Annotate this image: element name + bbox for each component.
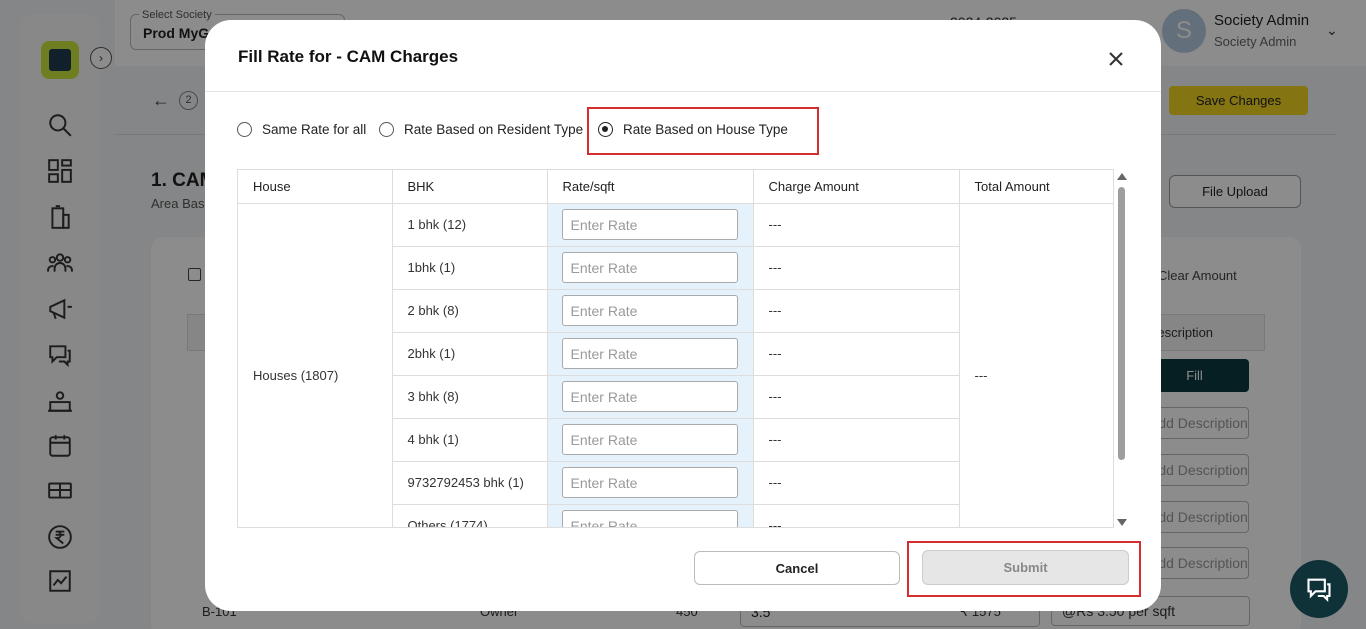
table-header-row: House BHK Rate/sqft Charge Amount Total … [238, 170, 1113, 204]
charge-cell: --- [753, 203, 960, 247]
highlight-submit [907, 541, 1141, 597]
rate-cell [547, 461, 754, 505]
bhk-cell: 3 bhk (8) [392, 375, 548, 419]
radio-label: Same Rate for all [262, 122, 367, 137]
rate-cell [547, 504, 754, 527]
modal-title: Fill Rate for - CAM Charges [238, 47, 459, 66]
house-cell: Houses (1807) [238, 203, 393, 527]
bhk-cell: 1 bhk (12) [392, 203, 548, 247]
bhk-cell: 2 bhk (8) [392, 289, 548, 333]
cancel-button[interactable]: Cancel [694, 551, 900, 585]
header-rate: Rate/sqft [547, 170, 754, 204]
radio-resident-type[interactable]: Rate Based on Resident Type [379, 122, 583, 137]
rate-table-container[interactable]: House BHK Rate/sqft Charge Amount Total … [237, 169, 1114, 528]
bhk-cell: 2bhk (1) [392, 332, 548, 376]
scroll-thumb[interactable] [1118, 187, 1125, 460]
charge-cell: --- [753, 504, 960, 527]
charge-cell: --- [753, 332, 960, 376]
rate-cell [547, 375, 754, 419]
charge-cell: --- [753, 461, 960, 505]
fill-rate-modal: Fill Rate for - CAM Charges Same Rate fo… [205, 20, 1161, 611]
rate-input[interactable] [561, 252, 738, 283]
highlight-house-type [587, 107, 819, 155]
chat-bubble-icon [1307, 578, 1331, 603]
radio-button[interactable] [379, 122, 394, 137]
charge-cell: --- [753, 289, 960, 333]
charge-cell: --- [753, 418, 960, 462]
radio-label: Rate Based on Resident Type [404, 122, 584, 137]
rate-cell [547, 418, 754, 462]
rate-input[interactable] [561, 510, 738, 527]
rate-input[interactable] [561, 295, 738, 326]
header-house: House [238, 170, 393, 204]
rate-input[interactable] [561, 338, 738, 369]
rate-input[interactable] [561, 424, 738, 455]
table-row: Houses (1807) 1 bhk (12) --- --- [238, 203, 1113, 527]
bhk-cell: 1bhk (1) [392, 246, 548, 290]
rate-table: House BHK Rate/sqft Charge Amount Total … [238, 170, 1113, 527]
charge-cell: --- [753, 375, 960, 419]
rate-cell [547, 289, 754, 333]
rate-input[interactable] [561, 381, 738, 412]
rate-cell [547, 246, 754, 290]
header-total-amount: Total Amount [959, 170, 1113, 204]
charge-cell: --- [753, 246, 960, 290]
scroll-up-arrow-icon[interactable] [1117, 173, 1127, 180]
rate-cell [547, 332, 754, 376]
scroll-down-arrow-icon[interactable] [1117, 519, 1127, 526]
close-icon[interactable] [1105, 48, 1127, 70]
radio-button[interactable] [237, 122, 252, 137]
header-bhk: BHK [392, 170, 548, 204]
rate-input[interactable] [561, 467, 738, 498]
bhk-cell: 9732792453 bhk (1) [392, 461, 548, 505]
bhk-cell: 4 bhk (1) [392, 418, 548, 462]
radio-same-rate[interactable]: Same Rate for all [237, 122, 366, 137]
chat-support-button[interactable] [1290, 560, 1348, 618]
total-cell: --- [959, 203, 1113, 527]
table-scrollbar[interactable] [1116, 169, 1128, 528]
bhk-cell: Others (1774) [392, 504, 548, 527]
rate-input[interactable] [561, 209, 738, 240]
modal-divider [205, 91, 1161, 92]
header-charge-amount: Charge Amount [753, 170, 960, 204]
rate-cell [547, 203, 754, 247]
